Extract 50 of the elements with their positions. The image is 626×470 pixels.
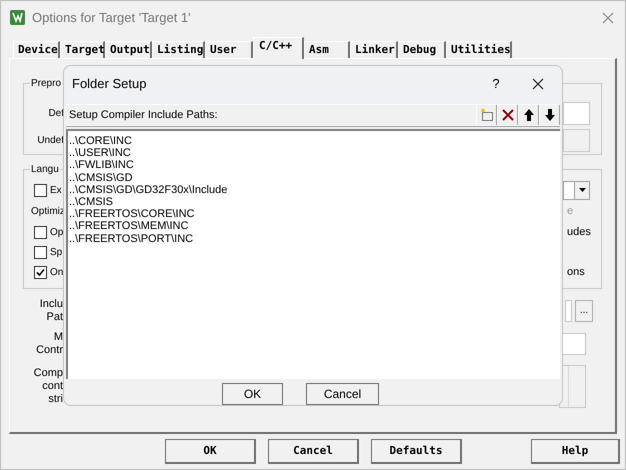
checkbox-label: Sp — [50, 246, 62, 260]
dialog-button[interactable]: OK — [165, 439, 256, 464]
path-item[interactable]: ..\CORE\INC — [69, 135, 132, 148]
dialog-title: Folder Setup — [72, 75, 146, 94]
tab[interactable]: Target — [60, 41, 105, 58]
dialog-button[interactable]: Cancel — [306, 383, 379, 405]
field-label: Def — [48, 106, 64, 120]
browse-button[interactable]: ... — [575, 300, 593, 322]
option-text: ons — [567, 264, 586, 280]
tab[interactable]: Output — [105, 41, 152, 58]
dialog-button[interactable]: Defaults — [371, 439, 462, 464]
dialog-button[interactable]: OK — [222, 383, 283, 405]
tab[interactable]: Listing — [152, 41, 205, 58]
group-label: Langu — [30, 162, 60, 177]
path-item[interactable]: ..\FREERTOS\PORT\INC — [69, 232, 194, 245]
tab[interactable]: C/C++ — [253, 37, 304, 59]
path-item[interactable]: ..\FWLIB\INC — [69, 159, 134, 172]
tab[interactable]: Utilities — [446, 41, 512, 58]
dialog-button[interactable]: Help — [531, 439, 620, 464]
field-label: Pat — [46, 311, 63, 324]
checkbox-label: Op — [50, 226, 64, 240]
paths-list[interactable]: ..\CORE\INC ..\USER\INC ..\FWLIB\INC ..\CMSIS\GD ..\CMSIS\GD\GD32F30x\Include ..\CMSIS ..\FREERTOS\CORE\INC ..\FREERTOS\MEM\INC ..\FREERTOS\PORT\INC — [66, 129, 560, 379]
field-label: Contr — [36, 344, 63, 357]
option-text: udes — [567, 224, 592, 240]
tab[interactable]: Device — [13, 41, 60, 58]
field-label: Inclu — [40, 298, 63, 311]
checkbox-label: Ex — [50, 184, 62, 198]
list-header: Setup Compiler Include Paths: — [69, 108, 218, 123]
field-label: stri — [48, 393, 63, 406]
field-label: cont — [42, 380, 63, 393]
path-item[interactable]: ..\CMSIS — [69, 196, 114, 208]
path-item[interactable]: ..\USER\INC — [69, 147, 131, 160]
greyed-text: e — [567, 204, 574, 219]
field-label: Undef — [37, 134, 64, 148]
dialog-button[interactable]: Cancel — [268, 439, 359, 464]
tab[interactable]: Asm — [304, 41, 350, 58]
field-label: Optimiz — [31, 204, 65, 218]
window-title: Options for Target 'Target 1' — [32, 8, 191, 27]
tab[interactable]: User — [205, 41, 253, 58]
field-label: M — [54, 331, 63, 344]
path-item[interactable]: ..\FREERTOS\MEM\INC — [69, 220, 188, 233]
path-item[interactable]: ..\FREERTOS\CORE\INC — [69, 208, 195, 220]
group-label: Prepro — [30, 76, 62, 91]
tab[interactable]: Linker — [350, 41, 398, 58]
help-button[interactable]: ? — [486, 74, 506, 94]
checkbox-label: On — [50, 266, 64, 280]
path-item[interactable]: ..\CMSIS\GD — [69, 172, 133, 184]
tab[interactable]: Debug — [398, 41, 446, 58]
field-label: Comp — [34, 367, 63, 380]
path-item[interactable]: ..\CMSIS\GD\GD32F30x\Include — [69, 184, 228, 196]
